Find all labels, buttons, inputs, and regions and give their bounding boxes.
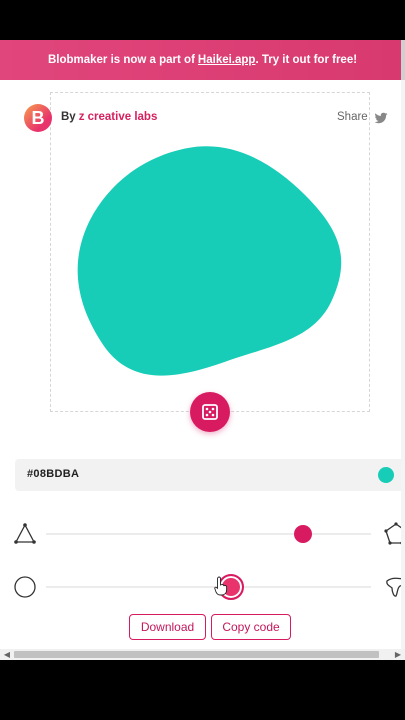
color-swatch[interactable] — [378, 467, 394, 483]
haikei-link[interactable]: Haikei.app — [198, 54, 256, 66]
horizontal-scrollbar-thumb[interactable] — [14, 651, 379, 658]
circle-icon — [14, 576, 36, 598]
blob-shape — [77, 146, 342, 376]
color-hex-value[interactable]: #08BDBA — [27, 468, 79, 480]
randomize-button[interactable] — [190, 392, 230, 432]
blobmaker-page: Blobmaker is now a part of Haikei.app . … — [0, 40, 405, 660]
twitter-icon[interactable] — [374, 111, 388, 125]
banner-text-before: Blobmaker is now a part of — [47, 54, 195, 66]
phone-screen: Blobmaker is now a part of Haikei.app . … — [0, 0, 405, 720]
vertical-scrollbar[interactable] — [401, 40, 405, 649]
cursor-hand-icon — [214, 576, 228, 596]
triangle-icon — [14, 523, 36, 544]
by-label: By — [61, 111, 76, 123]
banner-text-after: . Try it out for free! — [255, 54, 358, 66]
share-label[interactable]: Share — [337, 111, 368, 123]
complexity-slider-track[interactable] — [46, 533, 371, 535]
dice-icon — [202, 404, 218, 420]
color-picker-field[interactable]: #08BDBA — [15, 459, 405, 491]
byline: By z creative labs — [61, 111, 157, 123]
copy-code-button[interactable]: Copy code — [211, 614, 291, 640]
navigation-area — [0, 660, 405, 720]
scroll-right-icon[interactable]: ▶ — [393, 649, 403, 660]
contrast-slider-track[interactable] — [46, 586, 371, 588]
status-area — [0, 0, 405, 40]
brand-link[interactable]: z creative labs — [79, 111, 158, 123]
blobmaker-logo[interactable]: B — [24, 104, 52, 132]
vertical-scrollbar-thumb[interactable] — [401, 40, 405, 80]
complexity-slider-thumb[interactable] — [293, 525, 312, 543]
horizontal-scrollbar[interactable]: ◀ ▶ — [0, 649, 405, 660]
promo-banner: Blobmaker is now a part of Haikei.app . … — [0, 40, 405, 80]
download-button[interactable]: Download — [129, 614, 206, 640]
scroll-left-icon[interactable]: ◀ — [2, 649, 12, 660]
